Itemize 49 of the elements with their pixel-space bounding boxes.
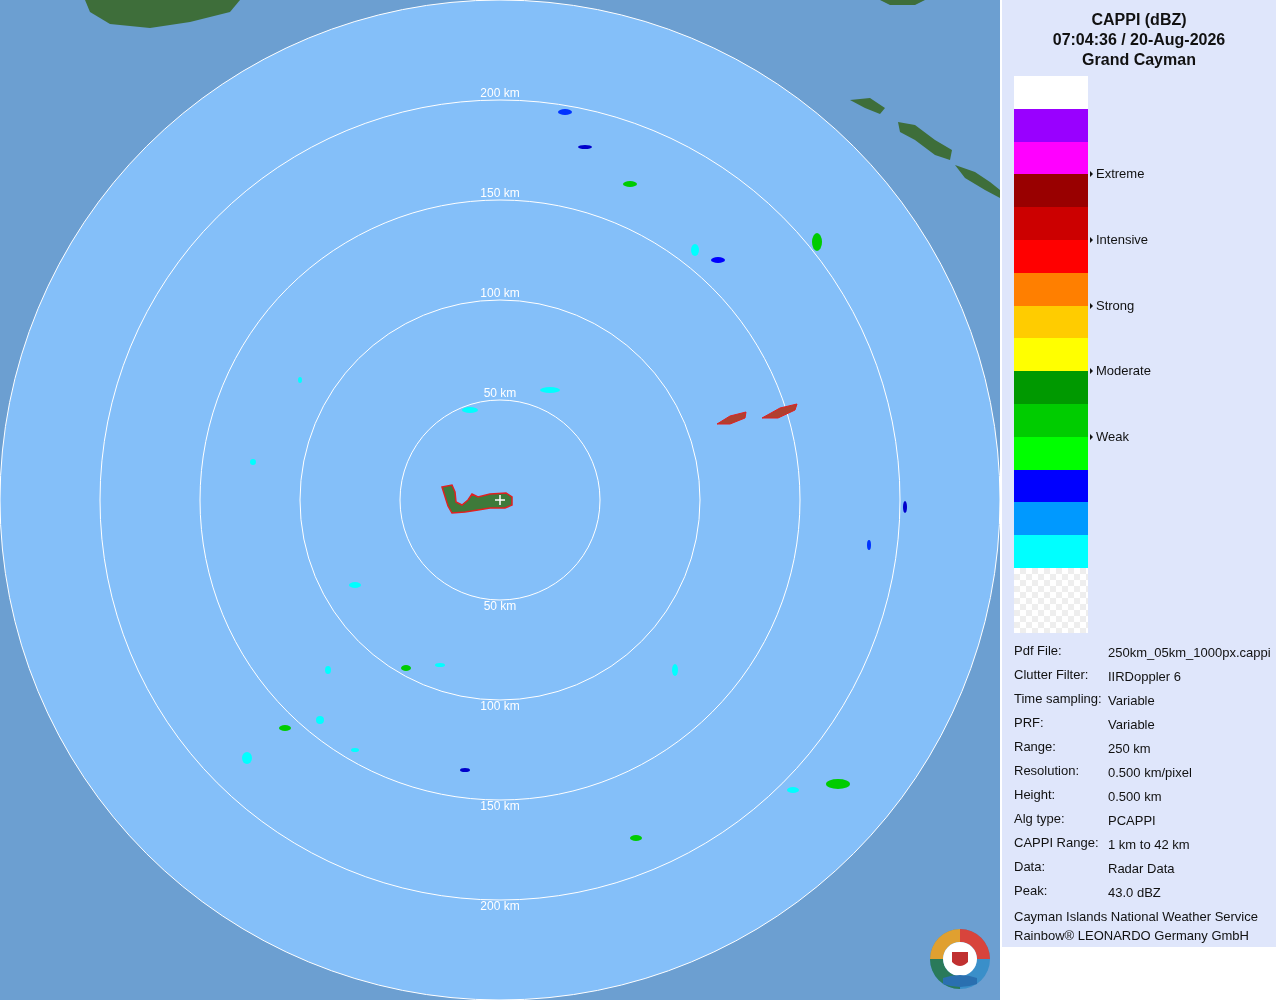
range-label: 100 km [480, 286, 520, 300]
range-label: 200 km [480, 86, 520, 100]
island-drawing [441, 484, 513, 514]
info-label: Clutter Filter: [1014, 666, 1090, 684]
info-value: 0.500 km/pixel [1108, 763, 1192, 782]
info-value: PCAPPI [1108, 811, 1156, 830]
pointer-icon [1090, 433, 1093, 440]
range-label: 200 km [480, 899, 520, 913]
emblem-icon [929, 928, 991, 990]
legend-title: Grand Cayman [1082, 50, 1196, 70]
info-value: Radar Data [1108, 859, 1175, 878]
credit-text: Cayman Islands National Weather Service [1014, 907, 1259, 926]
info-value: 43.0 dBZ [1108, 883, 1161, 902]
info-label: Pdf File: [1014, 642, 1063, 660]
radar-site-icon [494, 494, 506, 506]
intensity-label: Moderate [1096, 363, 1151, 380]
info-value: Variable [1108, 691, 1155, 710]
info-value: Variable [1108, 715, 1155, 734]
intensity-label: Extreme [1096, 166, 1145, 183]
pointer-icon [1090, 237, 1093, 243]
pointer-icon [1090, 368, 1093, 375]
info-label: Resolution: [1014, 762, 1081, 780]
info-label: Range: [1014, 738, 1057, 756]
info-value: 1 km to 42 km [1108, 835, 1190, 854]
pointer-icon [1090, 171, 1093, 178]
pointer-icon [1090, 302, 1093, 309]
intensity-label: Strong [1096, 297, 1135, 314]
info-value: 250 km [1108, 739, 1151, 758]
land-drawing [880, 0, 925, 5]
range-label: 150 km [480, 799, 520, 813]
info-value: 0.500 km [1108, 787, 1162, 806]
range-label: 50 km [483, 599, 517, 613]
info-label: Peak: [1014, 882, 1049, 900]
info-value: 250km_05km_1000px.cappi [1108, 643, 1271, 662]
info-label: PRF: [1014, 714, 1045, 732]
range-label: 150 km [480, 186, 520, 200]
info-label: Alg type: [1014, 810, 1066, 828]
credit-text: Rainbow® LEONARDO Germany GmbH [1014, 926, 1250, 945]
range-label: 100 km [480, 699, 520, 713]
intensity-label: Intensive [1096, 232, 1149, 248]
intensity-label: Weak [1096, 428, 1129, 445]
info-value: IIRDoppler 6 [1108, 667, 1181, 686]
info-label: Time sampling: [1014, 690, 1103, 708]
range-label: 50 km [483, 386, 517, 400]
info-label: CAPPI Range: [1014, 834, 1100, 852]
info-label: Data: [1014, 858, 1047, 876]
legend-title: CAPPI (dBZ) [1091, 10, 1187, 30]
info-label: Height: [1014, 786, 1057, 804]
legend-title: 07:04:36 / 20-Aug-2026 [1052, 30, 1226, 50]
